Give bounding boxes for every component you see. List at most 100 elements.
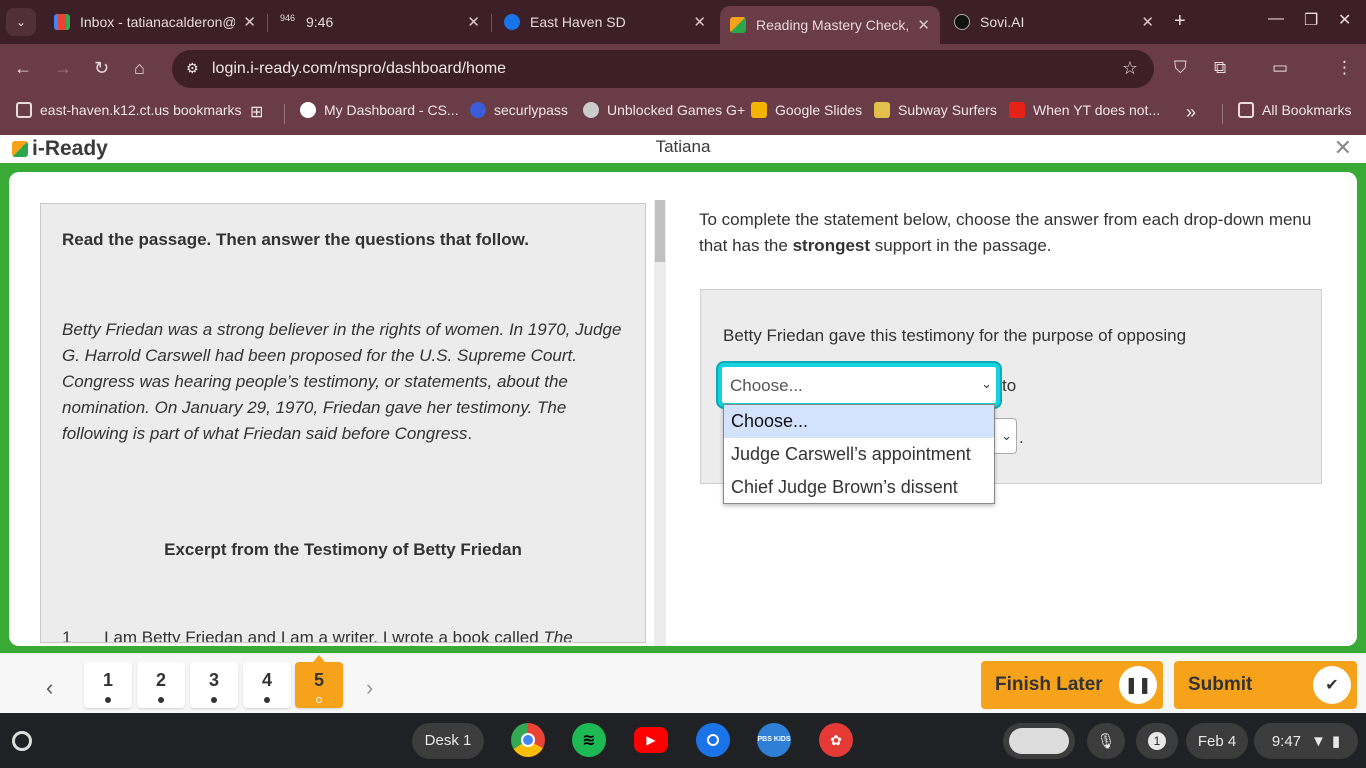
youtube-icon (1009, 102, 1025, 118)
tab-search-button[interactable]: ⌄ (6, 8, 36, 36)
question-footer: ‹ 1 2 3 4 5 › Finish Later ❚❚ Submit ✔ (0, 653, 1366, 713)
tab-clock[interactable]: 946 9:46 ✕ (270, 6, 490, 38)
globe-icon (583, 102, 599, 118)
previous-page-chevron-icon[interactable]: ‹ (46, 675, 53, 701)
page-button-1[interactable]: 1 (84, 662, 132, 708)
youtube-app-icon[interactable]: ▶ (634, 727, 668, 753)
bookmark-east-haven-folder[interactable]: east-haven.k12.ct.us bookmarks (16, 102, 242, 118)
dropdown-option[interactable]: Chief Judge Brown’s dissent (724, 471, 994, 504)
close-icon[interactable]: ✕ (693, 13, 706, 31)
site-info-icon[interactable]: ⚙ (186, 60, 199, 77)
kebab-menu-icon[interactable]: ⋮ (1336, 58, 1353, 78)
launcher-icon[interactable] (12, 731, 32, 751)
bookmark-divider (1222, 104, 1223, 124)
checkmark-icon: ✔ (1313, 666, 1351, 704)
spotify-app-icon[interactable]: ≋ (572, 723, 606, 757)
bookmark-google-slides[interactable]: Google Slides (751, 102, 862, 118)
answered-dot (105, 697, 111, 703)
cast-icon[interactable]: ▭ (1272, 58, 1288, 78)
close-icon[interactable]: ✕ (1141, 13, 1154, 31)
close-lesson-icon[interactable]: ✕ (1334, 135, 1352, 161)
securly-icon (470, 102, 486, 118)
answered-dot (158, 697, 164, 703)
pbs-kids-app-icon[interactable]: PBS KIDS (757, 723, 791, 757)
chrome-app-icon[interactable] (511, 723, 545, 757)
microphone-icon[interactable]: 🎙 (1087, 723, 1125, 759)
apps-grid-button[interactable]: ⊞ (250, 102, 263, 122)
browser-toolbar: ← → ↻ ⌂ ⚙ login.i-ready.com/mspro/dashbo… (0, 44, 1366, 94)
minimize-button[interactable]: — (1268, 10, 1284, 28)
dropdown-select-1[interactable]: Choose... ⌄ (718, 363, 1000, 407)
apps-grid-icon: ⊞ (250, 104, 264, 121)
tab-sovi[interactable]: Sovi.AI ✕ (944, 6, 1164, 38)
submit-button[interactable]: Submit ✔ (1174, 661, 1357, 709)
page-button-4[interactable]: 4 (243, 662, 291, 708)
page-button-2[interactable]: 2 (137, 662, 185, 708)
page-button-3[interactable]: 3 (190, 662, 238, 708)
folder-icon (16, 102, 32, 118)
reload-icon[interactable]: ↻ (94, 58, 109, 79)
google-icon (300, 102, 316, 118)
screenshot-holding-space[interactable] (1003, 723, 1075, 759)
notification-counter[interactable]: 1 (1136, 723, 1178, 759)
bookmark-star-icon[interactable]: ☆ (1122, 58, 1138, 79)
all-bookmarks-button[interactable]: All Bookmarks (1238, 102, 1351, 118)
passage-intro: Betty Friedan was a strong believer in t… (62, 320, 622, 443)
status-tray[interactable]: 9:47 ▼ ▮ (1254, 723, 1358, 759)
address-bar[interactable]: ⚙ login.i-ready.com/mspro/dashboard/home… (172, 50, 1154, 88)
bookmark-my-dashboard[interactable]: My Dashboard - CS... (300, 102, 459, 118)
tab-reading-mastery[interactable]: Reading Mastery Check, ✕ (720, 6, 940, 44)
bookmark-securlypass[interactable]: securlypass (470, 102, 568, 118)
sovi-icon (954, 14, 970, 30)
question-box: Betty Friedan gave this testimony for th… (700, 289, 1322, 504)
desk-button[interactable]: Desk 1 (412, 723, 484, 759)
tab-inbox[interactable]: Inbox - tatianacalderon@ ✕ (44, 6, 266, 38)
camera-app-icon[interactable] (696, 723, 730, 757)
restore-button[interactable]: ❐ (1304, 10, 1318, 30)
battery-icon: ▮ (1331, 733, 1341, 750)
unanswered-dot (316, 697, 322, 703)
tab-east-haven[interactable]: East Haven SD ✕ (494, 6, 716, 38)
home-icon[interactable]: ⌂ (134, 58, 145, 79)
url-text: login.i-ready.com/mspro/dashboard/home (212, 60, 507, 77)
iready-header: i-Ready Tatiana ✕ (0, 135, 1366, 163)
shield-extension-icon[interactable]: ⛉ (1174, 58, 1187, 78)
forward-arrow-icon[interactable]: → (54, 58, 72, 79)
passage-instruction: Read the passage. Then answer the questi… (62, 230, 529, 249)
bookmark-unblocked-games[interactable]: Unblocked Games G+ (583, 102, 745, 118)
scrollbar-thumb[interactable] (655, 200, 665, 262)
close-icon[interactable]: ✕ (467, 13, 480, 31)
dropdown-option[interactable]: Judge Carswell’s appointment (724, 438, 994, 471)
passage-panel[interactable]: Read the passage. Then answer the questi… (40, 203, 646, 643)
passage-scrollbar[interactable] (654, 200, 666, 646)
next-page-chevron-icon[interactable]: › (366, 675, 373, 701)
bookmark-divider (284, 104, 285, 124)
close-icon[interactable]: ✕ (917, 16, 930, 34)
chevron-down-icon: ⌄ (981, 376, 992, 391)
dropdown-option[interactable]: Choose... (724, 405, 994, 438)
bookmark-subway-surfers[interactable]: Subway Surfers (874, 102, 997, 118)
os-shelf: Desk 1 ≋ ▶ PBS KIDS ✿ 🎙 1 Feb 4 9:47 ▼ ▮ (0, 713, 1366, 768)
bookmark-youtube[interactable]: When YT does not... (1009, 102, 1160, 118)
browser-chrome: ⌄ Inbox - tatianacalderon@ ✕ 946 9:46 ✕ … (0, 0, 1366, 135)
back-arrow-icon[interactable]: ← (14, 58, 32, 79)
folder-icon (1238, 102, 1254, 118)
gmail-icon (54, 14, 70, 30)
paragraph-1: 1I am Betty Friedan and I am a writer. I… (62, 628, 573, 643)
subway-surfers-icon (874, 102, 890, 118)
slides-icon (751, 102, 767, 118)
tab-divider (267, 14, 268, 32)
close-window-button[interactable]: ✕ (1338, 10, 1351, 30)
close-icon[interactable]: ✕ (243, 13, 256, 31)
page-button-5[interactable]: 5 (295, 655, 343, 708)
finish-later-button[interactable]: Finish Later ❚❚ (981, 661, 1163, 709)
bookmarks-overflow-button[interactable]: » (1186, 102, 1196, 123)
wifi-icon: ▼ (1311, 732, 1326, 750)
date-tray[interactable]: Feb 4 (1186, 723, 1248, 759)
excerpt-title: Excerpt from the Testimony of Betty Frie… (164, 540, 522, 559)
pause-icon: ❚❚ (1119, 666, 1157, 704)
art-palette-app-icon[interactable]: ✿ (819, 723, 853, 757)
clock-46-icon: 946 (280, 13, 296, 23)
extensions-puzzle-icon[interactable]: ⧉ (1214, 58, 1226, 78)
new-tab-button[interactable]: + (1174, 10, 1186, 33)
